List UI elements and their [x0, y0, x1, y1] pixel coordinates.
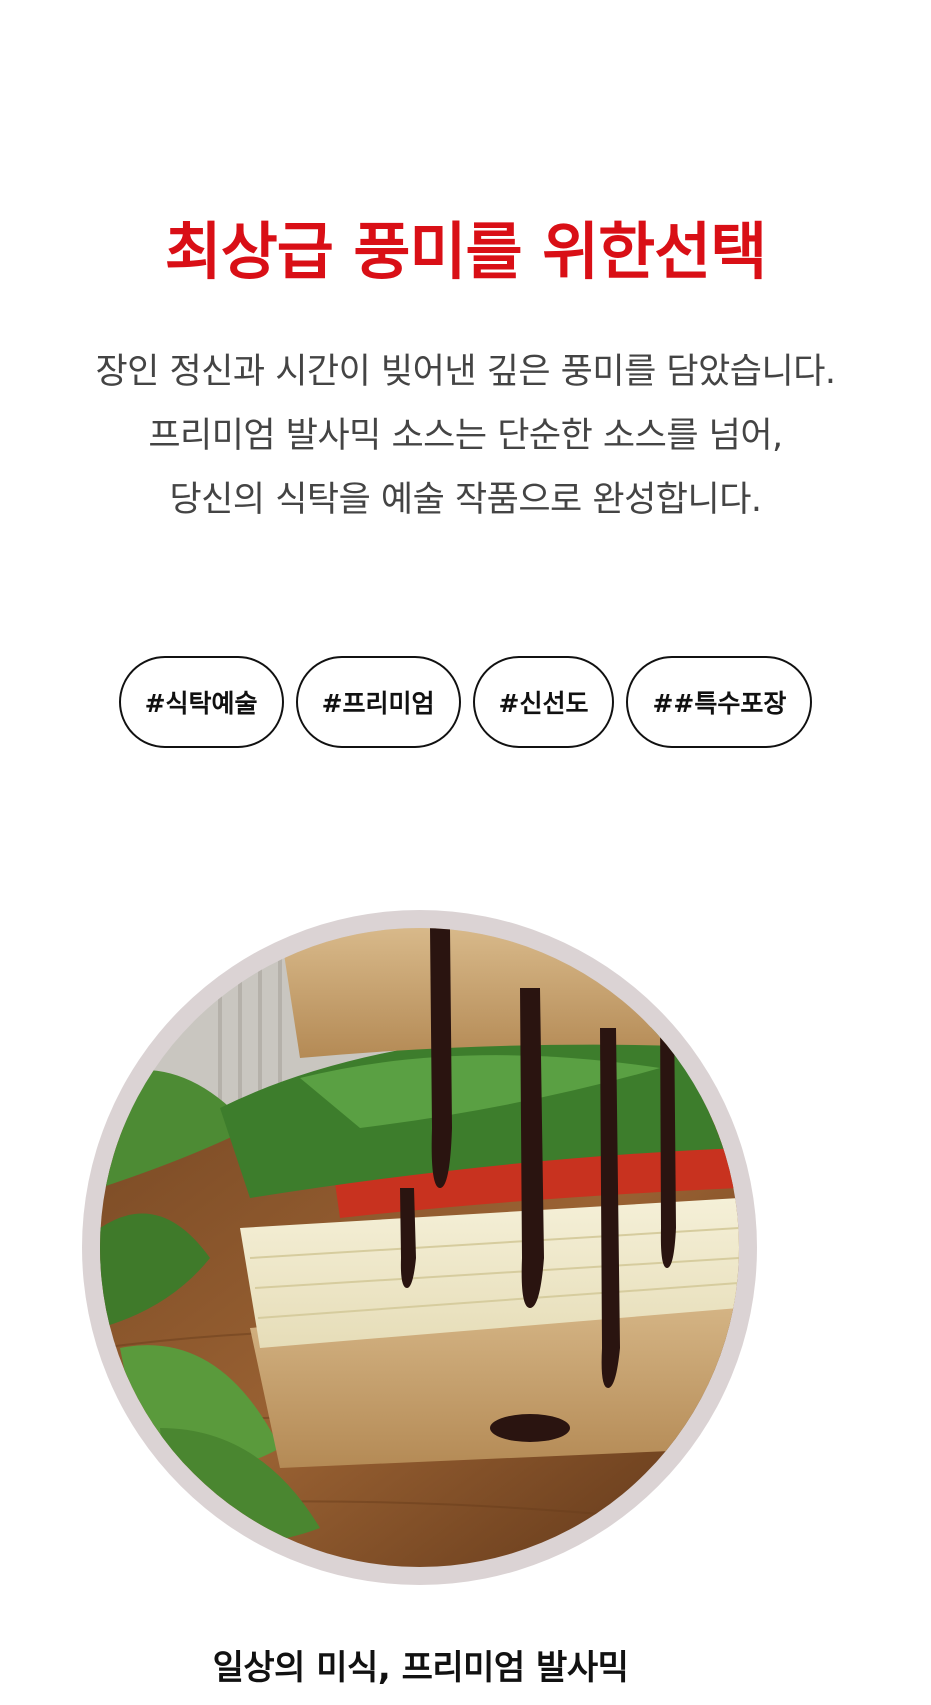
tag-freshness[interactable]: #신선도 [472, 656, 615, 748]
tag-table-art[interactable]: #식탁예술 [118, 656, 284, 748]
tag-premium[interactable]: #프리미엄 [295, 656, 461, 748]
caption: 일상의 미식, 프리미엄 발사믹 [212, 1648, 629, 1688]
description-line-3: 당신의 식탁을 예술 작품으로 완성합니다. [169, 480, 762, 520]
sandwich-illustration [100, 928, 739, 1567]
page: 최상급 풍미를 위한선택 장인 정신과 시간이 빚어낸 깊은 풍미를 담았습니다… [0, 0, 931, 1705]
hashtag-list: #식탁예술 #프리미엄 #신선도 ##특수포장 [0, 656, 931, 748]
description-line-2: 프리미엄 발사믹 소스는 단순한 소스를 넘어, [148, 416, 783, 456]
tag-special-packaging[interactable]: ##특수포장 [626, 656, 813, 748]
sandwich-balsamic-photo [100, 928, 739, 1567]
headline: 최상급 풍미를 위한선택 [164, 214, 768, 288]
description-line-1: 장인 정신과 시간이 빚어낸 깊은 풍미를 담았습니다. [95, 352, 836, 392]
photo-frame [82, 910, 757, 1585]
description: 장인 정신과 시간이 빚어낸 깊은 풍미를 담았습니다. 프리미엄 발사믹 소스… [0, 340, 931, 532]
